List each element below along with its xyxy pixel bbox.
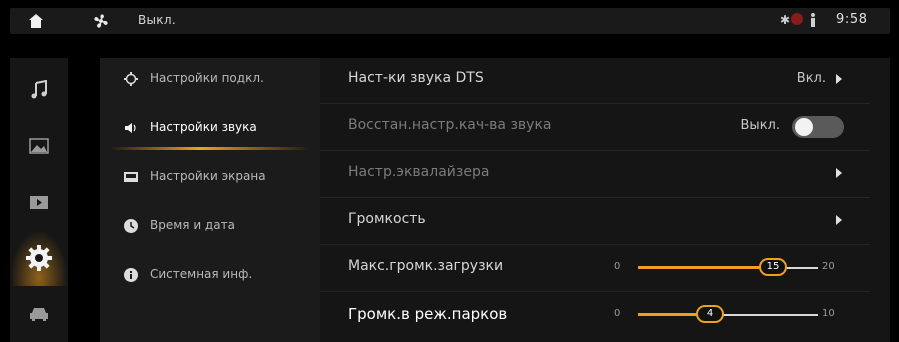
category-time-date[interactable]: Время и дата bbox=[100, 205, 320, 250]
settings-icon bbox=[26, 245, 52, 271]
gallery-icon bbox=[29, 138, 49, 154]
toggle-knob bbox=[795, 118, 813, 136]
volume-row[interactable]: Громкость bbox=[320, 199, 870, 245]
restore-quality-toggle[interactable] bbox=[792, 116, 844, 138]
restore-quality-label: Восстан.настр.кач-ва звука bbox=[348, 117, 552, 133]
dts-settings-row[interactable]: Наст-ки звука DTS Вкл. bbox=[320, 58, 870, 104]
dts-settings-value: Вкл. bbox=[796, 71, 826, 86]
category-label: Время и дата bbox=[150, 218, 235, 232]
slider-max-label: 20 bbox=[822, 261, 835, 272]
person-icon bbox=[811, 13, 815, 27]
rail-item-music[interactable] bbox=[10, 62, 68, 118]
rail-item-settings[interactable] bbox=[10, 230, 68, 286]
category-connection[interactable]: Настройки подкл. bbox=[100, 58, 320, 103]
clock-icon bbox=[124, 219, 138, 233]
category-label: Настройки подкл. bbox=[150, 71, 264, 85]
restore-quality-value: Выкл. bbox=[740, 118, 780, 133]
category-label: Системная инф. bbox=[150, 267, 253, 281]
category-screen[interactable]: Настройки экрана bbox=[100, 156, 320, 201]
equalizer-label: Настр.эквалайзера bbox=[348, 164, 490, 180]
active-category-highlight bbox=[110, 147, 310, 150]
equalizer-row[interactable]: Настр.эквалайзера bbox=[320, 152, 870, 198]
chevron-right-icon bbox=[836, 168, 842, 178]
sound-settings-list: Наст-ки звука DTS Вкл. Восстан.настр.кач… bbox=[320, 58, 890, 342]
screen: Выкл. ✱ 9:58 Настройки подкл. Настройки … bbox=[0, 0, 899, 342]
rail-item-car[interactable] bbox=[10, 286, 68, 342]
slider-min-label: 0 bbox=[614, 261, 621, 272]
home-icon[interactable] bbox=[28, 13, 44, 29]
fan-icon[interactable] bbox=[92, 12, 110, 30]
max-boot-volume-label: Макс.громк.загрузки bbox=[348, 258, 504, 274]
parking-volume-row: Громк.в реж.парков 0 4 10 bbox=[320, 293, 870, 338]
chevron-right-icon bbox=[836, 74, 842, 84]
parking-volume-thumb[interactable]: 4 bbox=[696, 305, 724, 323]
info-icon bbox=[124, 268, 138, 282]
parking-volume-label: Громк.в реж.парков bbox=[348, 305, 508, 323]
slider-max-label: 10 bbox=[822, 308, 835, 319]
screen-icon bbox=[124, 172, 138, 182]
status-circle-icon bbox=[791, 13, 803, 25]
category-sound[interactable]: Настройки звука bbox=[100, 107, 320, 152]
car-icon bbox=[30, 308, 48, 321]
slider-min-label: 0 bbox=[614, 308, 621, 319]
bluetooth-icon: ✱ bbox=[780, 13, 791, 27]
app-rail bbox=[10, 58, 68, 342]
rail-item-video[interactable] bbox=[10, 174, 68, 230]
category-system-info[interactable]: Системная инф. bbox=[100, 254, 320, 299]
clock: 9:58 bbox=[836, 12, 868, 27]
max-boot-volume-thumb[interactable]: 15 bbox=[759, 258, 787, 276]
speaker-icon bbox=[125, 123, 136, 133]
fan-status-label: Выкл. bbox=[138, 13, 176, 27]
max-boot-volume-row: Макс.громк.загрузки 0 15 20 bbox=[320, 246, 870, 292]
chevron-right-icon bbox=[836, 215, 842, 225]
restore-quality-row[interactable]: Восстан.настр.кач-ва звука Выкл. bbox=[320, 105, 870, 151]
music-icon bbox=[31, 80, 47, 99]
rail-item-gallery[interactable] bbox=[10, 118, 68, 174]
category-label: Настройки звука bbox=[150, 120, 257, 134]
status-bar: Выкл. ✱ 9:58 bbox=[10, 8, 890, 34]
connection-icon bbox=[124, 72, 138, 86]
category-label: Настройки экрана bbox=[150, 169, 266, 183]
video-icon bbox=[30, 196, 48, 209]
dts-settings-label: Наст-ки звука DTS bbox=[348, 70, 484, 86]
volume-label: Громкость bbox=[348, 211, 426, 227]
settings-category-menu: Настройки подкл. Настройки звука Настрой… bbox=[100, 58, 320, 342]
max-boot-volume-fill bbox=[638, 266, 773, 269]
